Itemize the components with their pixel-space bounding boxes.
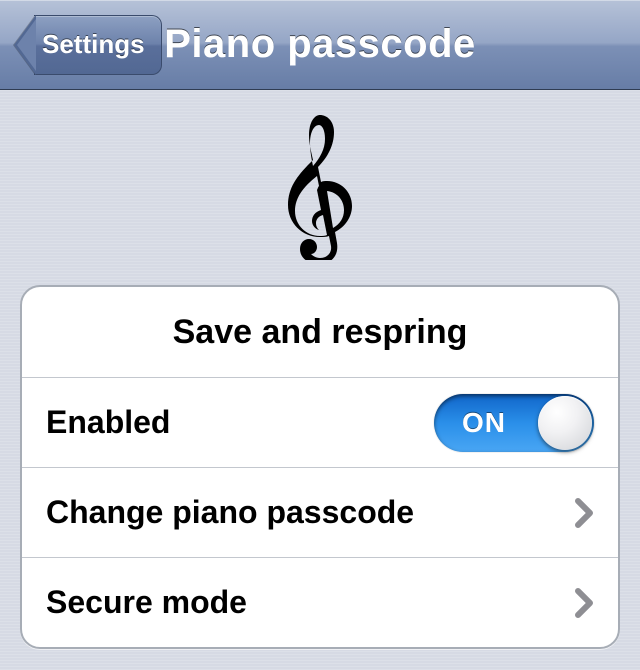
settings-group: Save and respring Enabled ON Change pian… (20, 285, 620, 649)
cell-label: Save and respring (173, 313, 468, 352)
save-respring-button[interactable]: Save and respring (22, 287, 618, 377)
cell-label: Enabled (46, 404, 170, 441)
toggle-on-label: ON (462, 407, 506, 439)
change-passcode-row[interactable]: Change piano passcode (22, 467, 618, 557)
back-button-label: Settings (42, 29, 145, 60)
enabled-toggle[interactable]: ON (434, 394, 594, 452)
secure-mode-row[interactable]: Secure mode (22, 557, 618, 647)
cell-label: Secure mode (46, 584, 247, 621)
cell-label: Change piano passcode (46, 494, 414, 531)
toggle-knob (538, 396, 592, 450)
chevron-left-icon (14, 15, 36, 75)
treble-clef-icon (286, 115, 354, 260)
page-title: Piano passcode (164, 22, 476, 67)
chevron-right-icon (574, 587, 594, 619)
header-icon-area (0, 90, 640, 285)
chevron-right-icon (574, 497, 594, 529)
navbar: Settings Piano passcode (0, 0, 640, 90)
enabled-row: Enabled ON (22, 377, 618, 467)
back-button[interactable]: Settings (14, 15, 162, 75)
